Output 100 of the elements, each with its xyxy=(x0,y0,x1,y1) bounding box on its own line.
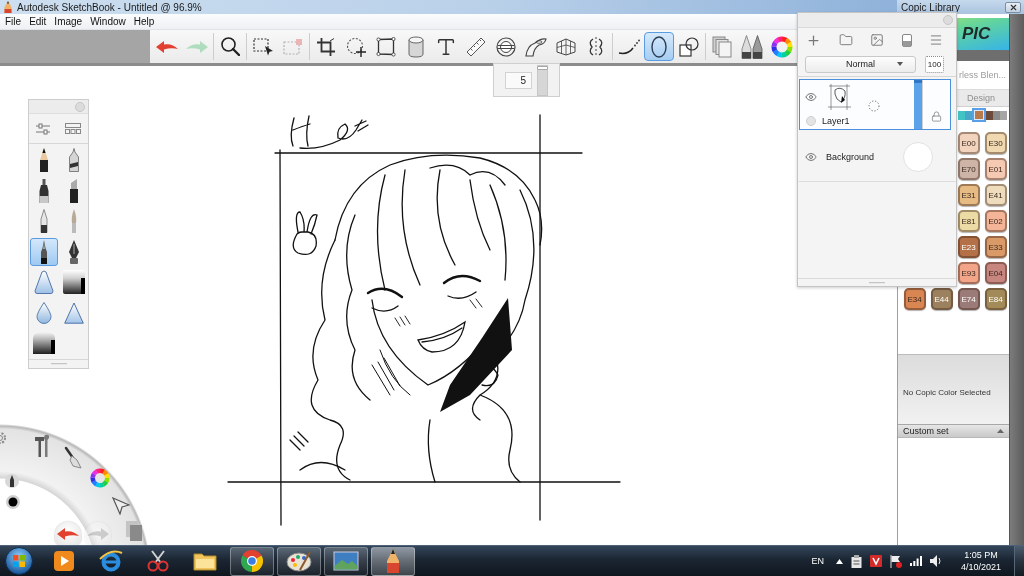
circle-sectors-icon xyxy=(241,550,263,572)
crop-icon xyxy=(317,37,335,56)
eye-icon[interactable] xyxy=(805,90,817,103)
start-button[interactable] xyxy=(3,546,35,576)
square-circle-icon xyxy=(679,36,699,57)
signal-bars-icon[interactable] xyxy=(910,556,922,566)
color-family-swatch[interactable] xyxy=(958,110,965,120)
folder-icon xyxy=(193,551,217,571)
resize-grip[interactable] xyxy=(869,281,885,284)
taskbar-app[interactable] xyxy=(277,546,321,576)
copic-swatch[interactable]: E93 xyxy=(957,262,980,284)
layer-opacity-slider[interactable] xyxy=(914,80,922,129)
copic-swatch[interactable]: E70 xyxy=(957,158,980,180)
color-family-swatch[interactable] xyxy=(993,110,1000,120)
radio-icon[interactable] xyxy=(806,116,816,126)
copic-swatch[interactable]: E02 xyxy=(984,210,1007,232)
taskbar-time: 1:05 PM xyxy=(964,550,998,560)
ring-icon xyxy=(99,550,123,572)
layer-name: Background xyxy=(826,152,875,162)
clipboard-icon[interactable] xyxy=(851,554,862,568)
copic-swatch[interactable]: E81 xyxy=(957,210,980,232)
brush-size-slider[interactable] xyxy=(537,64,548,96)
show-desktop-button[interactable] xyxy=(1014,546,1024,576)
copic-swatch[interactable]: E41 xyxy=(984,184,1007,206)
pencil-icon xyxy=(386,549,400,573)
eye-icon[interactable] xyxy=(805,151,817,163)
language-indicator[interactable]: EN xyxy=(811,556,824,566)
caret-up-icon xyxy=(997,429,1004,433)
status-text: No Copic Color Selected xyxy=(903,388,991,397)
stacked-pages-icon xyxy=(712,35,732,58)
menu-item[interactable]: Edit xyxy=(25,16,51,27)
image-icon[interactable] xyxy=(870,33,884,47)
block-icon xyxy=(32,332,55,354)
caret-up-icon[interactable] xyxy=(836,558,843,564)
copic-swatch[interactable]: E00 xyxy=(957,132,980,154)
move-icon xyxy=(346,36,366,57)
close-icon xyxy=(1008,2,1018,12)
speaker-icon[interactable] xyxy=(930,555,942,567)
window-title: Autodesk SketchBook - Untitled @ 96.9% xyxy=(17,1,202,13)
layer-row[interactable]: Layer1 xyxy=(799,79,951,130)
layer-tile-icon[interactable] xyxy=(901,33,912,47)
close-button[interactable] xyxy=(1005,1,1021,13)
copic-swatch[interactable]: E30 xyxy=(984,132,1007,154)
circle-template-icon xyxy=(496,36,516,57)
color-family-swatch[interactable] xyxy=(972,108,986,122)
plus-icon[interactable] xyxy=(806,32,821,48)
menu-item[interactable]: Image xyxy=(50,16,87,27)
panel-title: Copic Library xyxy=(901,1,960,13)
flag-icon[interactable] xyxy=(890,554,902,568)
redo-arrow-icon xyxy=(186,40,208,53)
blend-mode-dropdown[interactable]: Normal xyxy=(805,55,916,73)
orb-icon xyxy=(5,547,33,575)
cursor-arrow-icon[interactable] xyxy=(112,497,130,515)
color-wheel-icon xyxy=(771,35,793,58)
ruler-icon xyxy=(466,36,486,57)
copic-swatch[interactable]: E01 xyxy=(984,158,1007,180)
color-dot-icon[interactable] xyxy=(6,495,20,509)
taskbar-app[interactable] xyxy=(230,546,274,576)
selection-icon xyxy=(252,37,274,56)
set-name: rless Blen... xyxy=(959,70,1007,80)
sliders-icon[interactable] xyxy=(36,122,51,135)
background-color-swatch[interactable] xyxy=(903,142,933,172)
pen-icon xyxy=(68,148,79,172)
copic-swatch[interactable]: E33 xyxy=(984,236,1007,258)
copic-swatch[interactable]: E34 xyxy=(903,288,926,310)
redo-arrow-icon xyxy=(87,527,109,540)
color-family-swatch[interactable] xyxy=(986,110,993,120)
play-icon xyxy=(53,550,75,572)
taskbar-app[interactable] xyxy=(324,546,368,576)
gear-icon[interactable] xyxy=(0,431,7,445)
brush-button[interactable] xyxy=(29,237,58,266)
block-icon xyxy=(62,270,85,294)
ellipse-button[interactable] xyxy=(644,32,674,61)
copic-swatch[interactable]: E23 xyxy=(957,236,980,258)
color-family-swatch[interactable] xyxy=(1000,110,1007,120)
copic-swatch[interactable]: E04 xyxy=(984,262,1007,284)
color-wheel-icon[interactable] xyxy=(90,468,110,488)
panel-layout-icon[interactable] xyxy=(64,123,81,134)
tools-icon[interactable] xyxy=(34,432,50,458)
brush-size-field[interactable]: 5 xyxy=(505,71,532,89)
opacity-field[interactable]: 100 xyxy=(925,55,944,73)
stacked-pages-icon[interactable] xyxy=(125,520,143,542)
section-title: Custom set xyxy=(903,426,949,436)
menu-item[interactable]: Help xyxy=(129,16,159,27)
copic-swatch[interactable]: E31 xyxy=(957,184,980,206)
slider-thumb[interactable] xyxy=(537,66,548,71)
layer-row[interactable]: Background xyxy=(798,132,956,182)
layer-thumbnail xyxy=(826,81,852,112)
folder-icon[interactable] xyxy=(838,33,853,47)
menu-item[interactable]: File xyxy=(1,16,26,27)
section-header[interactable]: Custom set xyxy=(898,424,1009,438)
pen-tip-icon[interactable] xyxy=(5,473,19,489)
menu-item[interactable]: Window xyxy=(86,16,130,27)
paintbrush-icon[interactable] xyxy=(64,446,82,469)
chevron-tile-icon[interactable] xyxy=(870,555,882,567)
color-family-swatch[interactable] xyxy=(965,110,972,120)
distort-icon xyxy=(376,36,396,57)
slider-thumb[interactable] xyxy=(914,80,922,83)
copic-swatch[interactable]: E74 xyxy=(957,288,980,310)
copic-swatch[interactable]: E44 xyxy=(930,288,953,310)
